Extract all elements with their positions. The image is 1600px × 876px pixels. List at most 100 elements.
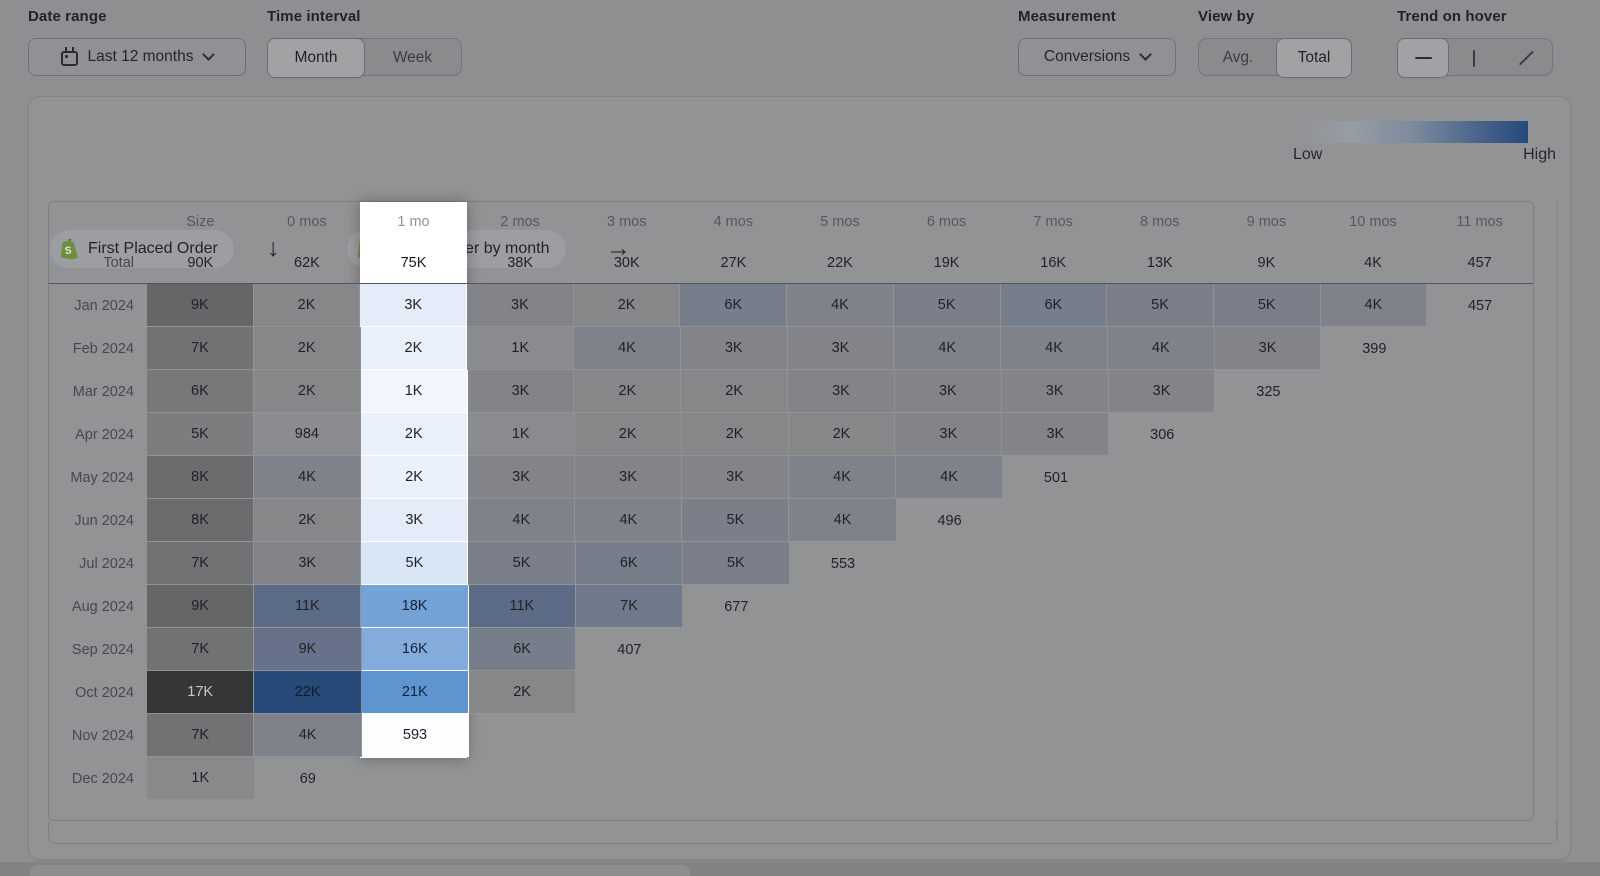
cohort-cell[interactable]: 8K xyxy=(147,456,254,499)
cohort-cell[interactable]: 69 xyxy=(255,757,362,800)
cohort-cell[interactable]: 2K xyxy=(361,413,468,456)
date-range-button[interactable]: Last 12 months xyxy=(28,38,246,76)
cohort-cell[interactable]: 7K xyxy=(147,714,254,757)
cohort-cell[interactable]: 4K xyxy=(254,714,361,757)
cohort-cell[interactable]: 4K xyxy=(787,284,894,327)
cohort-cell[interactable]: 553 xyxy=(790,542,896,585)
cohort-cell[interactable]: 5K xyxy=(147,413,254,456)
cohort-cell[interactable]: 399 xyxy=(1321,327,1427,370)
cohort-cell[interactable]: 11K xyxy=(254,585,361,628)
time-interval-week[interactable]: Week xyxy=(364,39,461,77)
trend-horizontal-line-option[interactable] xyxy=(1397,38,1449,78)
cohort-cell[interactable]: 3K xyxy=(682,456,789,499)
cohort-cell[interactable]: 5K xyxy=(1107,284,1214,327)
cohort-cell[interactable]: 2K xyxy=(254,370,361,413)
cohort-cell[interactable]: 4K xyxy=(575,499,682,542)
cohort-cell[interactable]: 2K xyxy=(254,499,361,542)
cohort-cell[interactable]: 2K xyxy=(682,413,789,456)
cohort-cell[interactable]: 457 xyxy=(1427,284,1533,327)
trend-diagonal-line-option[interactable] xyxy=(1500,39,1552,77)
view-by-total[interactable]: Total xyxy=(1276,38,1352,78)
cohort-cell[interactable]: 18K xyxy=(361,585,468,628)
cohort-cell[interactable]: 984 xyxy=(254,413,361,456)
cohort-cell[interactable]: 2K xyxy=(361,327,468,370)
cohort-cell[interactable]: 593 xyxy=(362,714,469,757)
cohort-cell[interactable]: 3K xyxy=(360,284,467,327)
cohort-cell[interactable]: 2K xyxy=(575,413,682,456)
cohort-cell[interactable]: 3K xyxy=(788,370,895,413)
cohort-cell[interactable]: 4K xyxy=(574,327,681,370)
time-interval-month[interactable]: Month xyxy=(267,38,365,78)
cohort-cell[interactable]: 4K xyxy=(468,499,575,542)
cohort-cell[interactable]: 4K xyxy=(789,456,896,499)
cohort-cell[interactable]: 4K xyxy=(1108,327,1215,370)
cohort-cell[interactable]: 9K xyxy=(147,284,254,327)
cohort-cell[interactable]: 2K xyxy=(254,284,361,327)
cohort-cell[interactable]: 3K xyxy=(468,370,575,413)
cohort-cell[interactable]: 7K xyxy=(147,542,254,585)
cohort-cell[interactable]: 3K xyxy=(788,327,895,370)
cohort-cell[interactable]: 1K xyxy=(467,327,574,370)
cohort-cell xyxy=(1108,542,1214,585)
trend-vertical-line-option[interactable] xyxy=(1448,39,1500,77)
cohort-cell[interactable]: 3K xyxy=(895,370,1002,413)
cohort-cell[interactable]: 4K xyxy=(896,456,1003,499)
cohort-cell[interactable]: 306 xyxy=(1109,413,1215,456)
cohort-cell[interactable]: 2K xyxy=(254,327,361,370)
cohort-cell[interactable]: 3K xyxy=(254,542,361,585)
view-by-avg[interactable]: Avg. xyxy=(1199,39,1277,77)
cohort-cell[interactable]: 7K xyxy=(576,585,683,628)
cohort-cell[interactable]: 2K xyxy=(574,370,681,413)
cohort-cell[interactable]: 1K xyxy=(361,370,468,413)
cohort-cell[interactable]: 2K xyxy=(574,284,681,327)
cohort-cell[interactable]: 5K xyxy=(1214,284,1321,327)
cohort-cell[interactable]: 22K xyxy=(254,671,361,714)
cohort-cell[interactable]: 6K xyxy=(1001,284,1108,327)
cohort-cell[interactable]: 2K xyxy=(789,413,896,456)
cohort-cell[interactable]: 677 xyxy=(683,585,789,628)
cohort-cell[interactable]: 3K xyxy=(361,499,468,542)
cohort-cell[interactable]: 6K xyxy=(576,542,683,585)
cohort-cell[interactable]: 5K xyxy=(361,542,468,585)
cohort-cell[interactable]: 5K xyxy=(894,284,1001,327)
cohort-cell[interactable]: 3K xyxy=(1109,370,1216,413)
cohort-cell[interactable]: 3K xyxy=(1215,327,1322,370)
cohort-cell[interactable]: 3K xyxy=(895,413,1002,456)
cohort-cell[interactable]: 496 xyxy=(897,499,1003,542)
cohort-cell[interactable]: 4K xyxy=(789,499,896,542)
cohort-cell[interactable]: 4K xyxy=(1321,284,1428,327)
cohort-cell[interactable]: 16K xyxy=(362,628,469,671)
cohort-cell[interactable]: 2K xyxy=(469,671,576,714)
cohort-cell[interactable]: 6K xyxy=(147,370,254,413)
cohort-cell[interactable]: 3K xyxy=(467,284,574,327)
cohort-cell[interactable]: 407 xyxy=(576,628,682,671)
cohort-cell[interactable]: 4K xyxy=(894,327,1001,370)
cohort-cell[interactable]: 3K xyxy=(681,327,788,370)
cohort-cell[interactable]: 3K xyxy=(1002,413,1109,456)
cohort-cell[interactable]: 6K xyxy=(469,628,576,671)
cohort-cell[interactable]: 7K xyxy=(147,628,254,671)
cohort-cell[interactable]: 4K xyxy=(1001,327,1108,370)
cohort-cell[interactable]: 2K xyxy=(681,370,788,413)
cohort-cell[interactable]: 21K xyxy=(362,671,469,714)
cohort-cell[interactable]: 2K xyxy=(361,456,468,499)
cohort-cell[interactable]: 5K xyxy=(468,542,575,585)
cohort-cell[interactable]: 3K xyxy=(575,456,682,499)
measurement-dropdown[interactable]: Conversions xyxy=(1018,38,1176,76)
cohort-cell[interactable]: 3K xyxy=(468,456,575,499)
cohort-cell[interactable]: 6K xyxy=(680,284,787,327)
cohort-cell[interactable]: 9K xyxy=(254,628,361,671)
cohort-cell[interactable]: 5K xyxy=(682,499,789,542)
cohort-cell[interactable]: 5K xyxy=(683,542,790,585)
cohort-cell[interactable]: 11K xyxy=(469,585,576,628)
cohort-cell[interactable]: 17K xyxy=(147,671,254,714)
cohort-cell[interactable]: 501 xyxy=(1003,456,1109,499)
cohort-cell[interactable]: 7K xyxy=(147,327,254,370)
cohort-cell[interactable]: 8K xyxy=(147,499,254,542)
cohort-cell[interactable]: 1K xyxy=(468,413,575,456)
cohort-cell[interactable]: 325 xyxy=(1215,370,1321,413)
cohort-cell[interactable]: 1K xyxy=(147,757,255,800)
cohort-cell[interactable]: 9K xyxy=(147,585,254,628)
cohort-cell[interactable]: 4K xyxy=(254,456,361,499)
cohort-cell[interactable]: 3K xyxy=(1002,370,1109,413)
